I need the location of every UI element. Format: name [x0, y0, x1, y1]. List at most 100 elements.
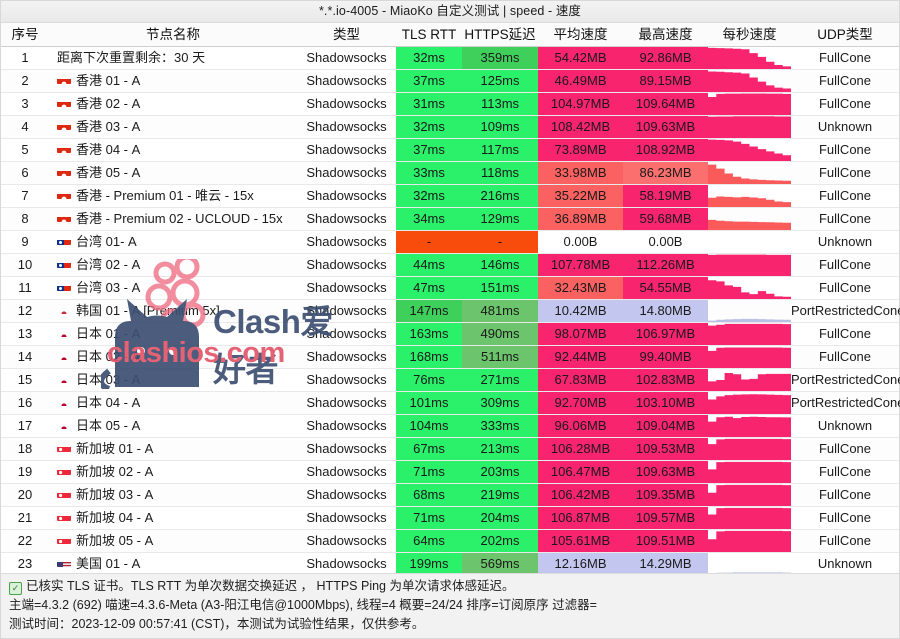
cell-max-speed: 109.64MB — [623, 93, 708, 115]
cell-https-delay: 481ms — [462, 300, 538, 322]
table-row[interactable]: 12 韩国 01 - A [Premium 5x] Shadowsocks 147ms… — [1, 300, 900, 323]
table-row[interactable]: 3 香港 02 - A Shadowsocks 31ms 113ms 104.97MB 10… — [1, 93, 899, 116]
cell-node-name[interactable]: 日本 05 - A — [49, 415, 297, 437]
cell-udp-type: FullCone — [818, 211, 872, 226]
cell-node-name[interactable]: 美国 01 - A — [49, 553, 297, 575]
cell-node-name[interactable]: 台湾 01- A — [49, 231, 297, 253]
cell-node-name[interactable]: 新加坡 05 - A — [49, 530, 297, 552]
table-row[interactable]: 10 台湾 02 - A Shadowsocks 44ms 146ms 107.78MB 1… — [1, 254, 899, 277]
cell-max-speed: 109.63MB — [623, 461, 708, 483]
cell-udp-type: Unknown — [817, 119, 873, 134]
speedtest-window: *.*.io-4005 - MiaoKo 自定义测试 | speed - 速度 … — [0, 0, 900, 639]
header-max-speed[interactable]: 最高速度 — [623, 23, 708, 46]
table-row[interactable]: 11 台湾 03 - A Shadowsocks 47ms 151ms 32.43MB 54… — [1, 277, 899, 300]
flag-icon-sg — [57, 534, 71, 544]
cell-avg-speed: 54.42MB — [538, 47, 623, 69]
cell-udp-type: FullCone — [818, 96, 872, 111]
cell-avg-speed: 46.49MB — [538, 70, 623, 92]
cell-type: Shadowsocks — [306, 487, 387, 502]
cell-per-second-sparkline — [708, 415, 791, 437]
cell-type: Shadowsocks — [306, 188, 387, 203]
cell-tls-rtt: 71ms — [396, 461, 462, 483]
cell-avg-speed: 92.44MB — [538, 346, 623, 368]
cell-per-second-sparkline — [708, 139, 791, 161]
node-name-text: 日本 04 - A — [76, 395, 141, 410]
header-tls-rtt[interactable]: TLS RTT — [396, 23, 462, 46]
cell-node-name[interactable]: 香港 04 - A — [49, 139, 297, 161]
node-name-text: 台湾 01- A — [76, 234, 137, 249]
cell-per-second-sparkline — [708, 507, 791, 529]
cell-index: 21 — [17, 510, 33, 525]
flag-icon-tw — [57, 281, 71, 291]
cell-node-name[interactable]: 台湾 03 - A — [49, 277, 297, 299]
cell-max-speed: 106.97MB — [623, 323, 708, 345]
cell-node-name[interactable]: 日本 01 - A — [49, 323, 297, 345]
header-node-name[interactable]: 节点名称 — [49, 23, 297, 46]
cell-node-name[interactable]: 香港 - Premium 02 - UCLOUD - 15x — [49, 208, 297, 230]
cell-https-delay: 219ms — [462, 484, 538, 506]
cell-node-name[interactable]: 台湾 02 - A — [49, 254, 297, 276]
node-name-text: 新加坡 04 - A — [76, 510, 154, 525]
cell-node-name[interactable]: 香港 - Premium 01 - 唯云 - 15x — [49, 185, 297, 207]
table-row[interactable]: 16 日本 04 - A Shadowsocks 101ms 309ms 92.70MB 1… — [1, 392, 900, 415]
header-avg-speed[interactable]: 平均速度 — [538, 23, 623, 46]
header-index[interactable]: 序号 — [1, 23, 49, 46]
cell-node-name[interactable]: 新加坡 01 - A — [49, 438, 297, 460]
table-row[interactable]: 13 日本 01 - A Shadowsocks 163ms 490ms 98.07MB 1… — [1, 323, 899, 346]
cell-https-delay: 146ms — [462, 254, 538, 276]
cell-udp-type: FullCone — [818, 510, 872, 525]
table-row[interactable]: 6 香港 05 - A Shadowsocks 33ms 118ms 33.98MB 86.… — [1, 162, 899, 185]
table-row[interactable]: 21 新加坡 04 - A Shadowsocks 71ms 204ms 106.87MB… — [1, 507, 899, 530]
header-https-delay[interactable]: HTTPS延迟 — [462, 23, 538, 46]
cell-udp-type: FullCone — [818, 464, 872, 479]
cell-node-name[interactable]: 香港 01 - A — [49, 70, 297, 92]
cell-node-name[interactable]: 香港 02 - A — [49, 93, 297, 115]
table-row[interactable]: 19 新加坡 02 - A Shadowsocks 71ms 203ms 106.47MB… — [1, 461, 899, 484]
table-row[interactable]: 17 日本 05 - A Shadowsocks 104ms 333ms 96.06MB 1… — [1, 415, 899, 438]
cell-tls-rtt: 104ms — [396, 415, 462, 437]
cell-node-name[interactable]: 新加坡 02 - A — [49, 461, 297, 483]
table-row[interactable]: 22 新加坡 05 - A Shadowsocks 64ms 202ms 105.61MB… — [1, 530, 899, 553]
cell-node-name[interactable]: 韩国 01 - A [Premium 5x] — [49, 300, 297, 322]
cell-per-second-sparkline — [708, 93, 791, 115]
cell-udp-type: FullCone — [818, 326, 872, 341]
table-row[interactable]: 14 日本 02 - A Shadowsocks 168ms 511ms 92.44MB 9… — [1, 346, 899, 369]
cell-max-speed: 109.53MB — [623, 438, 708, 460]
table-row[interactable]: 5 香港 04 - A Shadowsocks 37ms 117ms 73.89MB 108… — [1, 139, 899, 162]
header-udp-type[interactable]: UDP类型 — [791, 23, 899, 46]
table-row[interactable]: 9 台湾 01- A Shadowsocks - -0.00B 0.00B Unknown — [1, 231, 899, 254]
table-row[interactable]: 15 日本 03 - A Shadowsocks 76ms 271ms 67.83MB 10… — [1, 369, 900, 392]
cell-index: 1 — [21, 50, 29, 65]
cell-max-speed: 99.40MB — [623, 346, 708, 368]
header-per-second[interactable]: 每秒速度 — [708, 23, 791, 46]
cell-node-name[interactable]: 距离下次重置剩余：30 天 — [49, 47, 297, 69]
cell-node-name[interactable]: 日本 04 - A — [49, 392, 297, 414]
table-header-row: 序号 节点名称 类型 TLS RTT HTTPS延迟 平均速度 最高速度 每秒速… — [1, 23, 899, 47]
cell-https-delay: 569ms — [462, 553, 538, 575]
cell-udp-type: FullCone — [818, 73, 872, 88]
cell-index: 7 — [21, 188, 29, 203]
flag-icon-sg — [57, 442, 71, 452]
table-row[interactable]: 1 距离下次重置剩余：30 天 Shadowsocks 32ms 359ms 54.42M… — [1, 47, 899, 70]
table-row[interactable]: 20 新加坡 03 - A Shadowsocks 68ms 219ms 106.42MB… — [1, 484, 899, 507]
cell-node-name[interactable]: 香港 05 - A — [49, 162, 297, 184]
table-row[interactable]: 18 新加坡 01 - A Shadowsocks 67ms 213ms 106.28MB… — [1, 438, 899, 461]
cell-type: Shadowsocks — [306, 73, 387, 88]
table-row[interactable]: 7 香港 - Premium 01 - 唯云 - 15x Shadowsocks 32… — [1, 185, 899, 208]
cell-tls-rtt: 37ms — [396, 139, 462, 161]
cell-node-name[interactable]: 日本 03 - A — [49, 369, 297, 391]
flag-icon-hk — [57, 166, 71, 176]
node-name-text: 香港 05 - A — [76, 165, 141, 180]
cell-node-name[interactable]: 日本 02 - A — [49, 346, 297, 368]
table-row[interactable]: 8 香港 - Premium 02 - UCLOUD - 15x Shadowsoc… — [1, 208, 899, 231]
cell-node-name[interactable]: 新加坡 03 - A — [49, 484, 297, 506]
cell-node-name[interactable]: 新加坡 04 - A — [49, 507, 297, 529]
cell-tls-rtt: 32ms — [396, 47, 462, 69]
table-row[interactable]: 2 香港 01 - A Shadowsocks 37ms 125ms 46.49MB 89.… — [1, 70, 899, 93]
cell-https-delay: - — [462, 231, 538, 253]
table-row[interactable]: 4 香港 03 - A Shadowsocks 32ms 109ms 108.42MB 10… — [1, 116, 899, 139]
cell-avg-speed: 106.28MB — [538, 438, 623, 460]
cell-udp-type: FullCone — [818, 280, 872, 295]
header-type[interactable]: 类型 — [297, 23, 396, 46]
cell-node-name[interactable]: 香港 03 - A — [49, 116, 297, 138]
